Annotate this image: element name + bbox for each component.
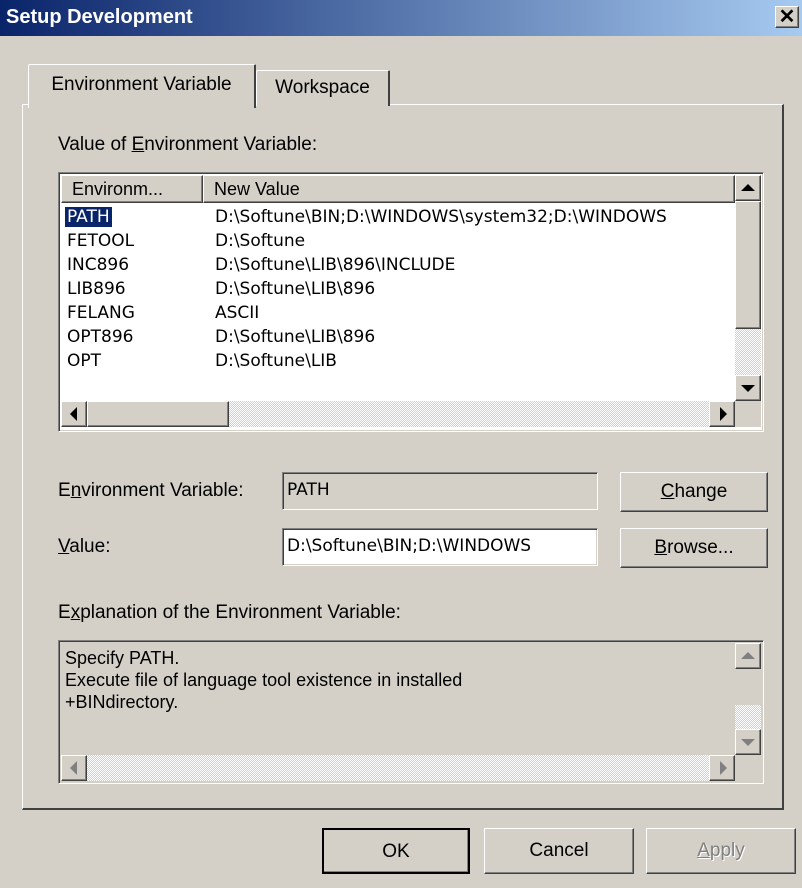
- arrow-right-icon: [720, 407, 727, 421]
- explanation-scroll-down-button[interactable]: [735, 729, 761, 755]
- arrow-up-icon: [741, 652, 755, 659]
- column-header-name[interactable]: Environm...: [61, 175, 203, 203]
- list-item-name: LIB896: [67, 279, 126, 299]
- explanation-scroll-up-button[interactable]: [735, 643, 761, 669]
- window-title: Setup Development: [6, 6, 193, 28]
- apply-button[interactable]: Apply: [646, 828, 796, 874]
- arrow-down-icon: [741, 739, 755, 746]
- list-item-value: ASCII: [215, 303, 260, 323]
- list-item-name: OPT: [67, 351, 102, 371]
- arrow-left-icon: [70, 761, 77, 775]
- explanation-scroll-gap: [735, 669, 761, 705]
- tab-environment-variable[interactable]: Environment Variable: [28, 64, 256, 108]
- change-button[interactable]: Change: [620, 472, 768, 512]
- scroll-down-button[interactable]: [735, 375, 761, 401]
- close-button[interactable]: ✕: [775, 6, 799, 28]
- browse-button[interactable]: Browse...: [620, 528, 768, 568]
- value-list-label: Value of Environment Variable:: [58, 134, 318, 155]
- explanation-text: Specify PATH. Execute file of language t…: [65, 648, 463, 712]
- arrow-up-icon: [741, 184, 755, 191]
- list-item-name: OPT896: [67, 327, 134, 347]
- list-item-value: D:\Softune\LIB\896\INCLUDE: [215, 255, 456, 275]
- scrollbar-corner: [735, 755, 761, 781]
- arrow-left-icon: [70, 407, 77, 421]
- tab-workspace[interactable]: Workspace: [256, 70, 390, 106]
- value-label: Value:: [58, 536, 111, 557]
- explanation-scroll-right-button[interactable]: [709, 755, 735, 781]
- list-item-name: PATH: [64, 206, 113, 228]
- horizontal-scroll-thumb[interactable]: [87, 401, 229, 427]
- env-variable-field: PATH: [282, 472, 598, 510]
- list-item-value: D:\Softune: [215, 231, 306, 251]
- value-input[interactable]: D:\Softune\BIN;D:\WINDOWS: [282, 528, 598, 566]
- scroll-right-button[interactable]: [709, 401, 735, 427]
- scroll-up-button[interactable]: [735, 175, 761, 201]
- list-item-name: FELANG: [67, 303, 135, 323]
- list-item-value: D:\Softune\LIB\896: [215, 327, 376, 347]
- ok-button[interactable]: OK: [322, 828, 470, 874]
- title-bar[interactable]: Setup Development ✕: [0, 0, 802, 36]
- arrow-down-icon: [741, 385, 755, 392]
- list-item-value: D:\Softune\LIB: [215, 351, 337, 371]
- list-item-value: D:\Softune\BIN;D:\WINDOWS\system32;D:\WI…: [215, 207, 667, 227]
- scroll-left-button[interactable]: [61, 401, 87, 427]
- scrollbar-corner: [735, 401, 761, 427]
- list-item-value: D:\Softune\LIB\896: [215, 279, 376, 299]
- cancel-button[interactable]: Cancel: [484, 828, 634, 874]
- list-item-name: INC896: [67, 255, 130, 275]
- column-header-value[interactable]: New Value: [203, 175, 735, 203]
- environment-list[interactable]: Environm... New Value PATH D:\Softune\BI…: [58, 172, 764, 432]
- explanation-box[interactable]: Specify PATH. Execute file of language t…: [58, 640, 764, 784]
- env-variable-label: Environment Variable:: [58, 480, 244, 501]
- vertical-scroll-thumb[interactable]: [735, 201, 761, 329]
- tab-label: Workspace: [275, 77, 370, 98]
- arrow-right-icon: [720, 761, 727, 775]
- explanation-horizontal-scrollbar[interactable]: [61, 755, 735, 781]
- list-rows: PATH D:\Softune\BIN;D:\WINDOWS\system32;…: [61, 203, 733, 569]
- explanation-label: Explanation of the Environment Variable:: [58, 602, 401, 623]
- close-icon: ✕: [778, 6, 796, 28]
- explanation-scroll-left-button[interactable]: [61, 755, 87, 781]
- tab-label: Environment Variable: [51, 74, 232, 95]
- list-item-name: FETOOL: [67, 231, 135, 251]
